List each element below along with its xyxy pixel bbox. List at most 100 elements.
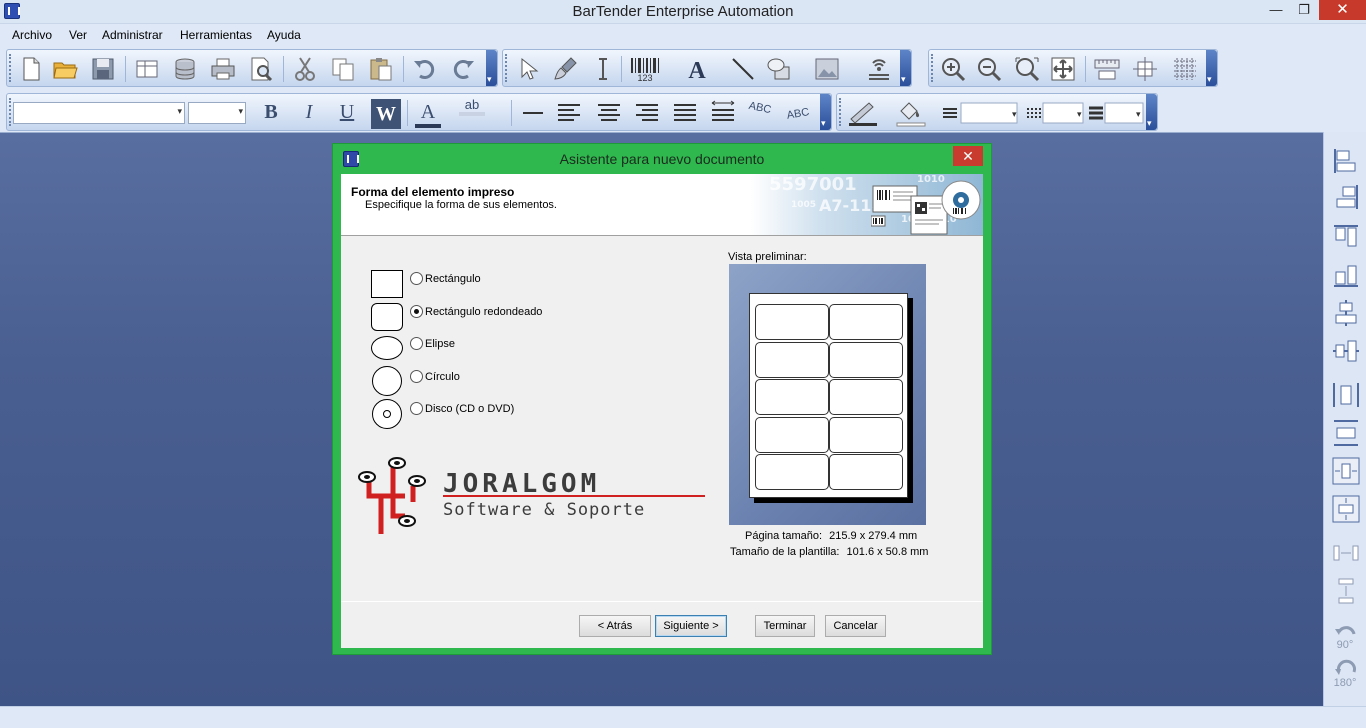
radio-ellipse[interactable] xyxy=(410,337,423,350)
status-bar xyxy=(0,706,1366,728)
format-toolbar-overflow[interactable] xyxy=(820,94,831,130)
zoom-full-icon[interactable] xyxy=(1049,55,1077,83)
shapes-tool-icon[interactable] xyxy=(765,55,793,83)
print-preview-icon[interactable] xyxy=(247,55,275,83)
menu-herramientas[interactable]: Herramientas xyxy=(180,28,252,42)
undo-icon[interactable] xyxy=(411,55,439,83)
align-vertical-centers-icon[interactable] xyxy=(1331,336,1361,366)
toolbar-grip[interactable] xyxy=(505,54,508,82)
menu-ayuda[interactable]: Ayuda xyxy=(267,28,301,42)
ruler-icon[interactable] xyxy=(1093,55,1121,83)
italic-button[interactable]: I xyxy=(296,101,322,124)
snap-icon[interactable] xyxy=(1131,55,1159,83)
redo-icon[interactable] xyxy=(449,55,477,83)
restore-button[interactable]: ❐ xyxy=(1290,0,1318,20)
align-left-icon[interactable] xyxy=(555,99,583,127)
pointer-icon[interactable] xyxy=(513,55,541,83)
radio-rounded-rectangle[interactable] xyxy=(410,305,423,318)
picture-tool-icon[interactable] xyxy=(813,55,841,83)
alignment-sidebar: 90° 180° xyxy=(1323,132,1366,706)
align-right-edges-icon[interactable] xyxy=(1331,182,1361,212)
line-thickness-combo[interactable]: ▾ xyxy=(941,99,1021,127)
barcode-icon[interactable]: 123 xyxy=(627,55,663,83)
finish-button[interactable]: Terminar xyxy=(755,615,815,637)
paintbrush-icon[interactable] xyxy=(551,55,579,83)
space-horizontally-icon[interactable] xyxy=(1331,538,1361,568)
align-center-icon[interactable] xyxy=(595,99,623,127)
standard-toolbar xyxy=(6,49,498,87)
toolbar-grip[interactable] xyxy=(839,98,842,126)
line-weight-combo[interactable]: ▾ xyxy=(1087,99,1145,127)
paste-icon[interactable] xyxy=(367,55,395,83)
fill-color-icon[interactable] xyxy=(893,99,929,127)
line-fill-toolbar-overflow[interactable] xyxy=(1146,94,1157,130)
text-arc-down-button[interactable]: ABC xyxy=(784,106,812,122)
highlight-button[interactable]: ab xyxy=(459,97,485,116)
cancel-button[interactable]: Cancelar xyxy=(825,615,886,637)
font-size-combo[interactable] xyxy=(188,102,246,124)
distribute-horizontally-icon[interactable] xyxy=(1331,456,1361,486)
space-vertically-icon[interactable] xyxy=(1331,576,1361,606)
line-color-icon[interactable] xyxy=(845,99,881,127)
zoom-out-icon[interactable] xyxy=(975,55,1003,83)
word-wrap-button[interactable]: W xyxy=(371,99,401,129)
menu-administrar[interactable]: Administrar xyxy=(102,28,163,42)
font-color-button[interactable]: A xyxy=(415,101,441,128)
page-setup-icon[interactable] xyxy=(133,55,161,83)
preview-label-cell xyxy=(755,379,829,415)
radio-circle[interactable] xyxy=(410,370,423,383)
bold-button[interactable]: B xyxy=(258,101,284,124)
underline-button[interactable]: U xyxy=(334,101,360,124)
align-top-edges-icon[interactable] xyxy=(1331,222,1361,252)
database-icon[interactable] xyxy=(171,55,199,83)
cut-icon[interactable] xyxy=(291,55,319,83)
open-folder-icon[interactable] xyxy=(51,55,79,83)
new-document-icon[interactable] xyxy=(17,55,45,83)
distribute-vertically-icon[interactable] xyxy=(1331,494,1361,524)
radio-disc[interactable] xyxy=(410,402,423,415)
minimize-button[interactable]: — xyxy=(1262,0,1290,20)
radio-rectangle[interactable] xyxy=(410,272,423,285)
align-right-icon[interactable] xyxy=(633,99,661,127)
menu-ver[interactable]: Ver xyxy=(69,28,87,42)
text-tool-icon[interactable]: A xyxy=(683,55,711,84)
align-left-edges-icon[interactable] xyxy=(1331,146,1361,176)
object-toolbar-overflow[interactable] xyxy=(900,50,911,86)
joralgom-logo: JORALGOM Software & Soporte xyxy=(353,456,713,538)
back-button[interactable]: < Atrás xyxy=(579,615,651,637)
fit-text-icon[interactable] xyxy=(709,99,737,127)
align-bottom-edges-icon[interactable] xyxy=(1331,260,1361,290)
toolbar-grip[interactable] xyxy=(9,54,12,82)
text-arc-up-button[interactable]: ABC xyxy=(746,99,774,116)
grid-icon[interactable] xyxy=(1171,55,1199,83)
toolbar-grip[interactable] xyxy=(931,54,934,82)
label-disc: Disco (CD o DVD) xyxy=(425,403,515,415)
center-vertically-on-page-icon[interactable] xyxy=(1331,418,1361,448)
line-style-icon[interactable] xyxy=(519,99,547,127)
text-cursor-icon[interactable] xyxy=(589,55,617,83)
zoom-in-icon[interactable] xyxy=(939,55,967,83)
align-justify-icon[interactable] xyxy=(671,99,699,127)
font-name-combo[interactable] xyxy=(13,102,185,124)
new-document-wizard-dialog: Asistente para nuevo documento ✕ Forma d… xyxy=(332,143,992,655)
rfid-icon[interactable] xyxy=(865,55,893,83)
next-button[interactable]: Siguiente > xyxy=(655,615,727,637)
preview-label-cell xyxy=(755,304,829,340)
toolbar-grip[interactable] xyxy=(9,98,12,126)
align-horizontal-centers-icon[interactable] xyxy=(1331,298,1361,328)
page-size-value: 215.9 x 279.4 mm xyxy=(829,530,918,542)
dialog-close-button[interactable]: ✕ xyxy=(953,146,983,166)
banner-number-text: 5597001 xyxy=(769,174,857,195)
line-tool-icon[interactable] xyxy=(729,55,757,83)
template-size-value: 101.6 x 50.8 mm xyxy=(846,546,929,558)
center-horizontally-on-page-icon[interactable] xyxy=(1331,380,1361,410)
copy-icon[interactable] xyxy=(329,55,357,83)
save-icon[interactable] xyxy=(89,55,117,83)
print-icon[interactable] xyxy=(209,55,237,83)
line-dash-combo[interactable]: ▾ xyxy=(1025,99,1087,127)
zoom-toolbar-overflow[interactable] xyxy=(1206,50,1217,86)
menu-archivo[interactable]: Archivo xyxy=(12,28,52,42)
standard-toolbar-overflow[interactable] xyxy=(486,50,497,86)
zoom-fit-icon[interactable] xyxy=(1013,55,1041,83)
close-button[interactable]: ✕ xyxy=(1319,0,1366,20)
